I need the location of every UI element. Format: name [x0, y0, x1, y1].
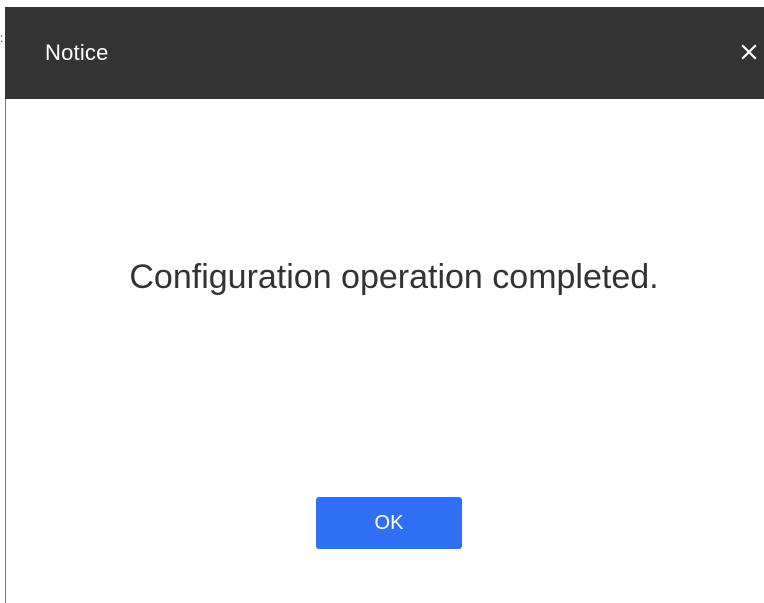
- dialog-title: Notice: [45, 40, 109, 65]
- dialog-message: Configuration operation completed.: [129, 258, 659, 296]
- dialog-titlebar: Notice: [5, 7, 764, 99]
- close-button[interactable]: [737, 37, 761, 67]
- ok-button[interactable]: OK: [316, 497, 462, 549]
- notice-dialog: Notice Configuration operation completed…: [5, 7, 764, 603]
- close-icon: [741, 44, 757, 60]
